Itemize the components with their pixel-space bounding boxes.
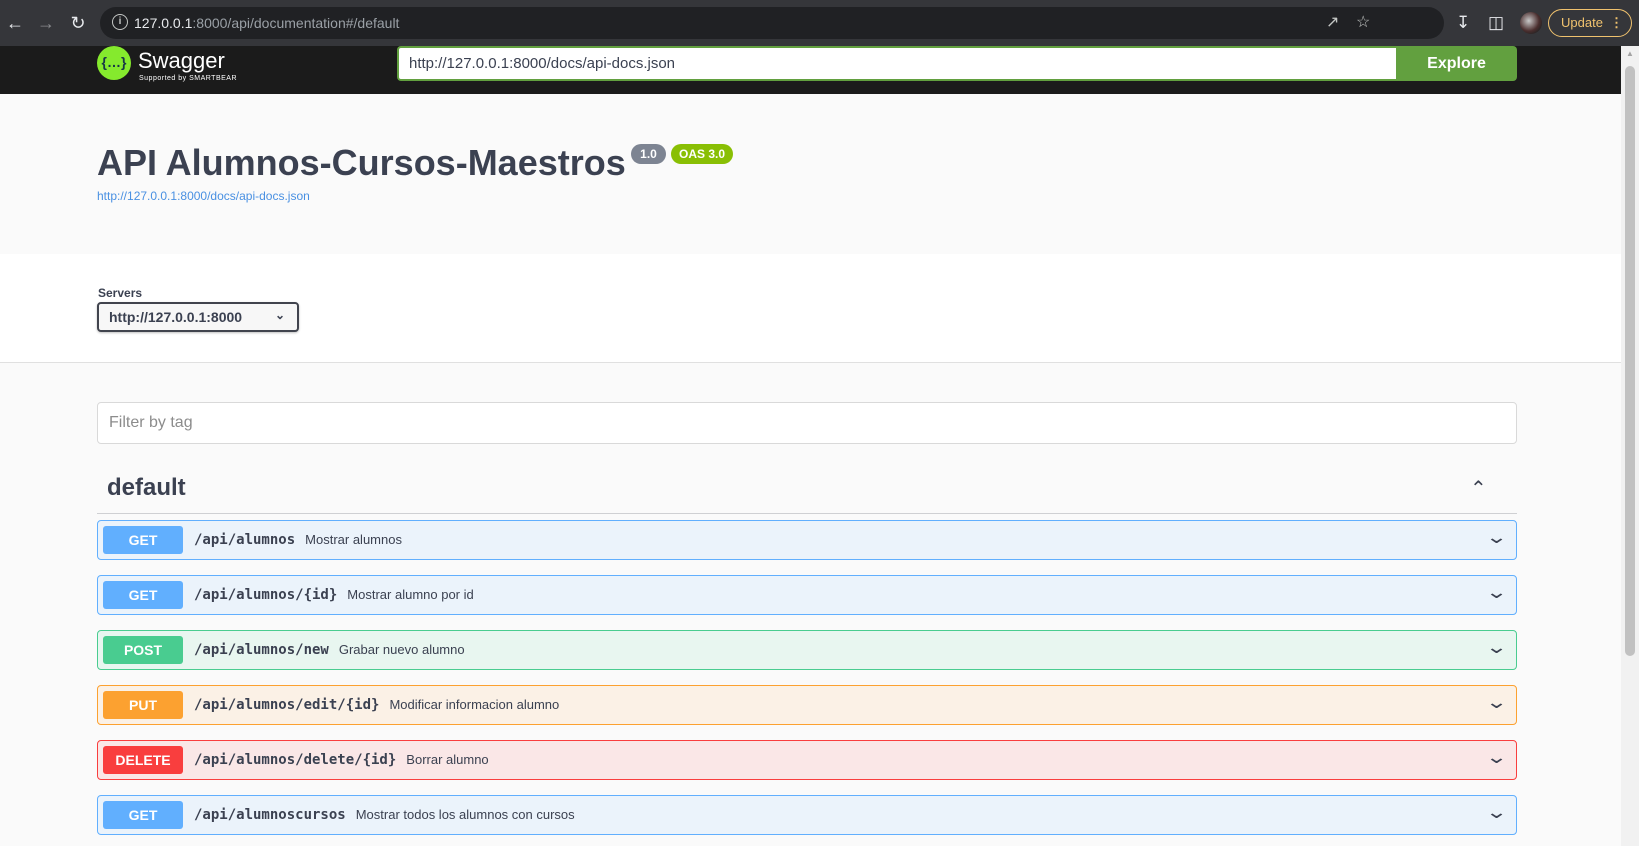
operation-path: /api/alumnoscursos Mostrar todos los alum… [194,807,575,823]
filter-by-tag-input[interactable]: Filter by tag [97,402,1517,444]
version-badge: 1.0 [631,144,666,164]
path-text: /api/alumnos/edit/{id} [194,697,380,713]
path-text: /api/alumnos/delete/{id} [194,752,397,768]
method-badge: GET [103,526,183,554]
forward-arrow-icon[interactable]: → [34,11,58,35]
operation-summary: Mostrar alumnos [305,532,402,547]
operation-summary: Grabar nuevo alumno [338,642,465,657]
spec-link[interactable]: http://127.0.0.1:8000/docs/api-docs.json [97,189,310,203]
operation-row[interactable]: GET /api/alumnoscursos Mostrar todos los … [97,795,1517,835]
operation-summary: Mostrar alumno por id [347,587,474,602]
api-title: API Alumnos-Cursos-Maestros [97,142,626,183]
smartbear-tagline: Supported by SMARTBEAR [139,75,238,82]
chevron-down-icon[interactable]: ⌄ [1485,637,1508,658]
back-arrow-icon[interactable]: ← [3,11,27,35]
operation-row[interactable]: PUT /api/alumnos/edit/{id} Modificar info… [97,685,1517,725]
path-text: /api/alumnoscursos [194,807,346,823]
operation-summary: Modificar informacion alumno [389,697,560,712]
operation-path: /api/alumnos/edit/{id} Modificar informac… [194,697,559,713]
path-text: /api/alumnos [194,532,296,548]
site-info-icon[interactable]: i [112,14,128,30]
chevron-down-icon[interactable]: ⌄ [1485,747,1508,768]
url-host: 127.0.0.1 [134,15,193,31]
side-panel-icon[interactable]: ◫ [1488,12,1504,34]
method-badge: GET [103,581,183,609]
chevron-down-icon[interactable]: ⌄ [1485,802,1508,823]
method-badge: GET [103,801,183,829]
operation-summary: Mostrar todos los alumnos con cursos [355,807,575,822]
chevron-down-icon[interactable]: ⌄ [1485,527,1508,548]
spec-url-input[interactable]: http://127.0.0.1:8000/docs/api-docs.json [397,46,1397,81]
servers-label: Servers [98,286,143,300]
server-selected-value: http://127.0.0.1:8000 [109,309,243,325]
page-scrollbar[interactable]: ▲ [1621,46,1639,846]
method-badge: POST [103,636,183,664]
operation-row[interactable]: GET /api/alumnos Mostrar alumnos ⌄ [97,520,1517,560]
oas-badge: OAS 3.0 [671,144,733,164]
chevron-down-icon[interactable]: ⌄ [1485,692,1508,713]
tag-divider [97,513,1517,514]
server-select[interactable]: http://127.0.0.1:8000 ⌄ [97,302,299,332]
operation-path: /api/alumnos/delete/{id} Borrar alumno [194,752,489,768]
chevron-down-icon: ⌄ [274,308,285,322]
method-badge: DELETE [103,746,183,774]
scroll-up-icon[interactable]: ▲ [1626,49,1634,58]
path-text: /api/alumnos/new [194,642,329,658]
operation-path: /api/alumnos/{id} Mostrar alumno por id [194,587,474,603]
update-label: Update [1561,15,1603,30]
update-button[interactable]: Update ⋮ [1548,9,1632,37]
browser-toolbar: ← → ↻ i 127.0.0.1:8000/api/documentation… [0,0,1639,46]
explore-button[interactable]: Explore [1396,46,1517,81]
operation-row[interactable]: GET /api/alumnos/{id} Mostrar alumno por … [97,575,1517,615]
url-path: :8000/api/documentation#/default [192,15,400,31]
operation-path: /api/alumnos Mostrar alumnos [194,532,402,548]
swagger-logo-text: Swagger [138,48,225,73]
method-badge: PUT [103,691,183,719]
api-info: API Alumnos-Cursos-Maestros 1.0 OAS 3.0 … [0,94,1621,254]
swagger-logo-icon[interactable]: {…} [97,46,131,80]
operation-row[interactable]: DELETE /api/alumnos/delete/{id} Borrar al… [97,740,1517,780]
chevron-up-icon[interactable]: ⌃ [1470,476,1487,501]
swagger-topbar: {…} Swagger Supported by SMARTBEAR http:… [0,46,1621,94]
download-icon[interactable]: ↧ [1456,12,1470,34]
path-text: /api/alumnos/{id} [194,587,338,603]
tag-title[interactable]: default [107,474,186,502]
share-icon[interactable]: ↗ [1326,13,1339,33]
address-url[interactable]: 127.0.0.1:8000/api/documentation#/defaul… [134,15,399,31]
profile-avatar[interactable] [1520,12,1542,34]
chevron-down-icon[interactable]: ⌄ [1485,582,1508,603]
menu-dots-icon: ⋮ [1610,15,1623,30]
operation-summary: Borrar alumno [406,752,489,767]
operation-path: /api/alumnos/new Grabar nuevo alumno [194,642,465,658]
scroll-thumb[interactable] [1625,66,1635,656]
reload-icon[interactable]: ↻ [66,11,90,35]
bookmark-star-icon[interactable]: ☆ [1356,13,1370,33]
servers-section: Servers http://127.0.0.1:8000 ⌄ [0,254,1621,363]
operation-row[interactable]: POST /api/alumnos/new Grabar nuevo alumno… [97,630,1517,670]
address-bar[interactable]: i 127.0.0.1:8000/api/documentation#/defa… [100,7,1444,39]
